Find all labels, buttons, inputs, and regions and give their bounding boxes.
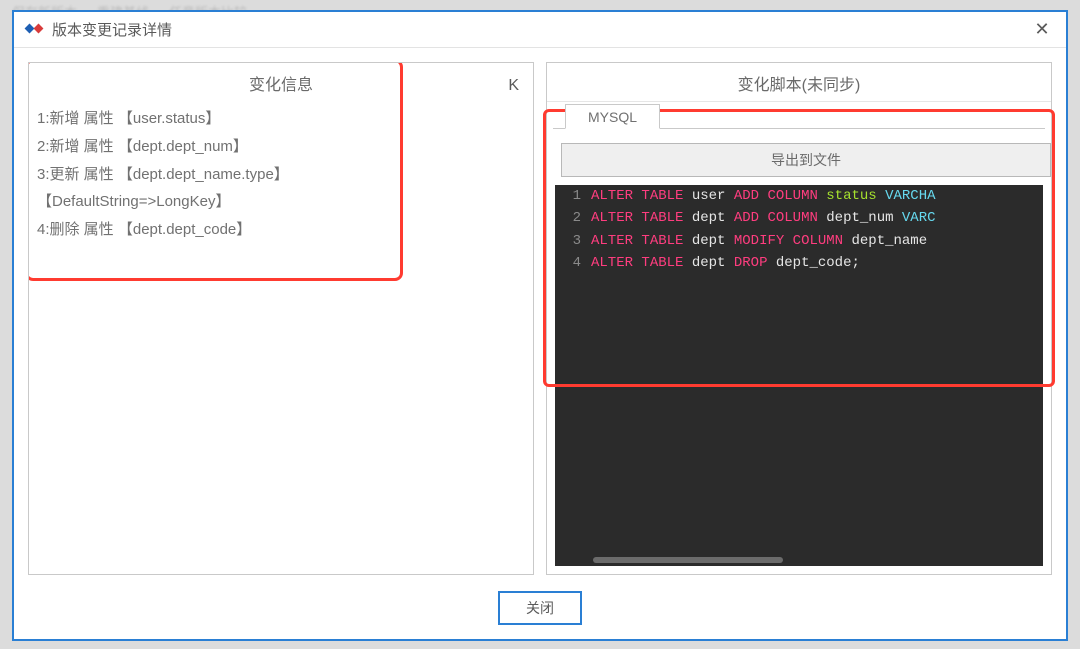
code-line: 4ALTER TABLE dept DROP dept_code; (555, 252, 1043, 274)
code-content: ALTER TABLE dept ADD COLUMN dept_num VAR… (591, 207, 936, 229)
tab-mysql[interactable]: MYSQL (565, 104, 660, 129)
change-item: 【DefaultString=>LongKey】 (37, 188, 525, 216)
code-content: ALTER TABLE user ADD COLUMN status VARCH… (591, 185, 936, 207)
close-icon[interactable]: ✕ (1028, 19, 1056, 40)
version-change-dialog: 版本变更记录详情 ✕ 变化信息 K 1:新增 属性 【user.status】 … (12, 10, 1068, 641)
code-line: 2ALTER TABLE dept ADD COLUMN dept_num VA… (555, 207, 1043, 229)
export-to-file-button[interactable]: 导出到文件 (561, 143, 1051, 177)
app-logo-icon (24, 20, 44, 40)
sql-code-area[interactable]: 1ALTER TABLE user ADD COLUMN status VARC… (555, 185, 1043, 566)
k-marker: K (508, 77, 519, 95)
change-script-panel: 变化脚本(未同步) MYSQL 导出到文件 1ALTER TABLE user … (546, 62, 1052, 575)
line-number: 3 (555, 230, 591, 252)
change-info-panel: 变化信息 K 1:新增 属性 【user.status】 2:新增 属性 【de… (28, 62, 534, 575)
dialog-title: 版本变更记录详情 (52, 19, 1028, 40)
line-number: 2 (555, 207, 591, 229)
titlebar: 版本变更记录详情 ✕ (14, 12, 1066, 48)
code-content: ALTER TABLE dept DROP dept_code; (591, 252, 860, 274)
dialog-body: 变化信息 K 1:新增 属性 【user.status】 2:新增 属性 【de… (14, 48, 1066, 579)
change-item: 1:新增 属性 【user.status】 (37, 105, 525, 133)
change-item: 4:删除 属性 【dept.dept_code】 (37, 216, 525, 244)
line-number: 4 (555, 252, 591, 274)
code-content: ALTER TABLE dept MODIFY COLUMN dept_name (591, 230, 936, 252)
line-number: 1 (555, 185, 591, 207)
dialog-footer: 关闭 (14, 579, 1066, 639)
change-item: 3:更新 属性 【dept.dept_name.type】 (37, 161, 525, 189)
db-tab-strip: MYSQL (547, 104, 1051, 129)
close-button[interactable]: 关闭 (498, 591, 582, 625)
code-line: 3ALTER TABLE dept MODIFY COLUMN dept_nam… (555, 230, 1043, 252)
change-info-title: 变化信息 (29, 63, 533, 101)
horizontal-scrollbar[interactable] (593, 557, 783, 563)
change-list: 1:新增 属性 【user.status】 2:新增 属性 【dept.dept… (29, 101, 533, 248)
change-item: 2:新增 属性 【dept.dept_num】 (37, 133, 525, 161)
code-line: 1ALTER TABLE user ADD COLUMN status VARC… (555, 185, 1043, 207)
change-script-title: 变化脚本(未同步) (547, 63, 1051, 102)
